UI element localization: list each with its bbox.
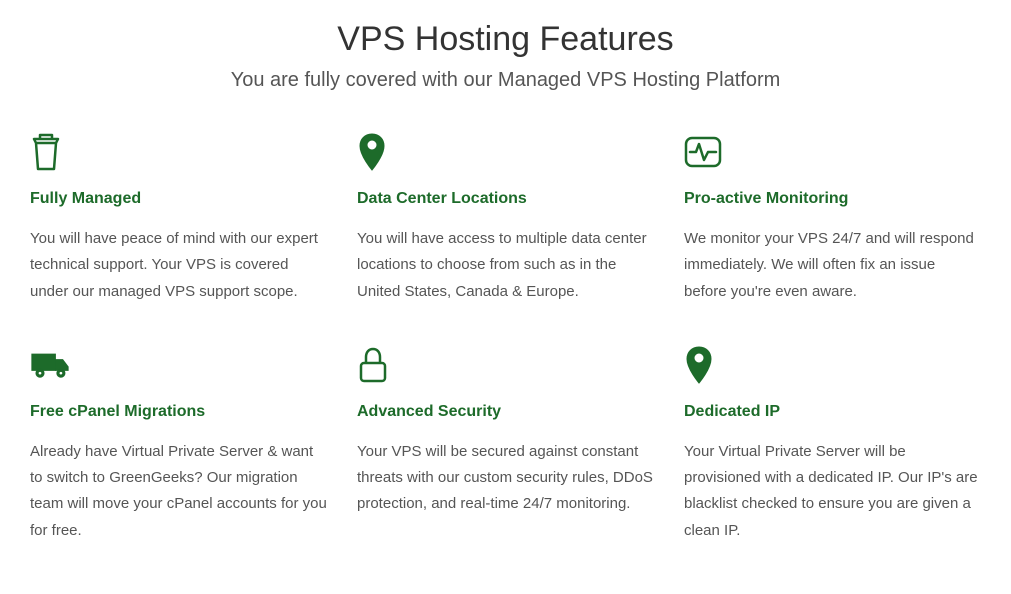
feature-fully-managed: Fully Managed You will have peace of min…: [30, 132, 327, 305]
monitor-heartbeat-icon: [684, 132, 724, 172]
feature-title: Data Center Locations: [357, 190, 654, 208]
features-grid: Fully Managed You will have peace of min…: [30, 132, 981, 544]
feature-free-cpanel-migrations: Free cPanel Migrations Already have Virt…: [30, 345, 327, 544]
feature-advanced-security: Advanced Security Your VPS will be secur…: [357, 345, 654, 544]
feature-title: Advanced Security: [357, 403, 654, 421]
page-subtitle: You are fully covered with our Managed V…: [30, 69, 981, 92]
page-title: VPS Hosting Features: [30, 20, 981, 59]
feature-title: Pro-active Monitoring: [684, 190, 981, 208]
feature-description: You will have peace of mind with our exp…: [30, 226, 327, 305]
feature-description: Your Virtual Private Server will be prov…: [684, 439, 981, 544]
feature-description: Already have Virtual Private Server & wa…: [30, 439, 327, 544]
feature-description: Your VPS will be secured against constan…: [357, 439, 654, 518]
feature-title: Dedicated IP: [684, 403, 981, 421]
location-pin-icon: [357, 132, 397, 172]
truck-icon: [30, 345, 70, 385]
feature-title: Free cPanel Migrations: [30, 403, 327, 421]
feature-dedicated-ip: Dedicated IP Your Virtual Private Server…: [684, 345, 981, 544]
header: VPS Hosting Features You are fully cover…: [30, 20, 981, 92]
feature-data-center-locations: Data Center Locations You will have acce…: [357, 132, 654, 305]
location-pin-icon: [684, 345, 724, 385]
cup-icon: [30, 132, 70, 172]
feature-description: We monitor your VPS 24/7 and will respon…: [684, 226, 981, 305]
feature-proactive-monitoring: Pro-active Monitoring We monitor your VP…: [684, 132, 981, 305]
feature-description: You will have access to multiple data ce…: [357, 226, 654, 305]
lock-icon: [357, 345, 397, 385]
feature-title: Fully Managed: [30, 190, 327, 208]
